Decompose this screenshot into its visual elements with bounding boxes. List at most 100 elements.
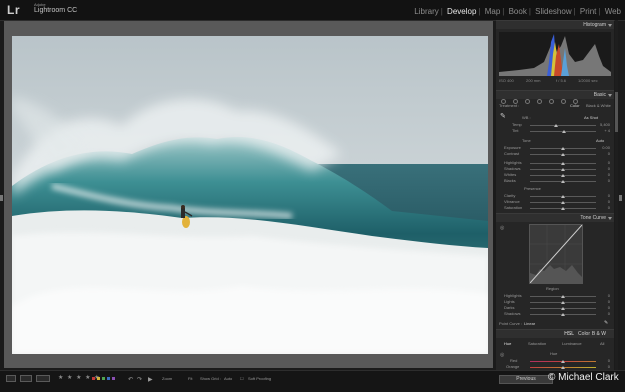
clarity-slider-knob[interactable] [561,195,565,198]
basic-title: Basic [593,92,606,98]
module-library[interactable]: Library [414,7,438,16]
blacks-slider-knob[interactable] [561,180,565,183]
temp-value[interactable]: 5,400 [600,122,610,127]
targeted-adjustment-icon[interactable]: ◎ [500,225,504,231]
hsl-hue-label: Hue [550,351,558,356]
histogram-header[interactable]: Histogram [496,20,614,29]
module-develop[interactable]: Develop [447,7,476,16]
module-book[interactable]: Book [509,7,527,16]
hsl-tab-luminance[interactable]: Luminance [562,341,582,346]
color-label-green[interactable] [102,377,105,380]
hsl-tab-all[interactable]: All [600,341,604,346]
hsl-target-icon[interactable]: ◎ [500,352,504,358]
spot-removal-icon[interactable] [525,99,530,104]
panel-scrollbar-thumb[interactable] [615,92,618,132]
whites-slider-knob[interactable] [561,174,565,177]
before-after-icon[interactable] [20,375,32,382]
curve-lights-knob[interactable] [561,301,565,304]
top-bar: Lr Adobe Lightroom CC Library | Develop | … [0,0,625,21]
tone-curve-graph[interactable] [529,224,583,284]
soft-proofing-checkbox[interactable]: ☐ [240,376,244,381]
curve-shadows-label: Shadows [504,311,521,316]
red-eye-icon[interactable] [537,99,542,104]
highlights-value[interactable]: 0 [608,160,610,165]
highlights-slider-knob[interactable] [561,162,565,165]
exposure-value[interactable]: 0.00 [602,145,610,150]
exposure-slider-knob[interactable] [561,147,565,150]
treatment-color[interactable]: Color [570,103,580,108]
curve-highlights-value[interactable]: 0 [608,293,610,298]
soft-proofing-label[interactable]: Soft Proofing [248,376,271,381]
collapse-arrow-icon[interactable] [608,24,612,27]
hsl-title[interactable]: HSL [564,331,574,337]
play-icon[interactable]: ▶ [148,376,153,383]
curve-darks-knob[interactable] [561,307,565,310]
photo-surfer-wave[interactable] [12,36,488,354]
tint-value[interactable]: + 4 [604,128,610,133]
tone-auto-button[interactable]: Auto [596,138,604,143]
whites-value[interactable]: 0 [608,172,610,177]
collapse-arrow-icon[interactable] [608,94,612,97]
hsl-orange-value[interactable]: 0 [608,364,610,369]
treatment-bw[interactable]: Black & White [586,103,611,108]
histogram-graph[interactable] [499,32,611,76]
contrast-slider-knob[interactable] [561,153,565,156]
tone-curve-header[interactable]: Tone Curve [496,213,614,222]
basic-header[interactable]: Basic [496,90,614,99]
color-label-yellow[interactable] [97,377,100,380]
curve-shadows-value[interactable]: 0 [608,311,610,316]
histogram-iso: ISO 400 [499,78,514,83]
hsl-header[interactable]: HSL Color B & W [496,329,614,338]
rotate-right-icon[interactable]: ↷ [137,376,142,383]
temp-slider[interactable] [530,125,596,126]
wb-eyedropper-icon[interactable]: ✎ [500,112,506,120]
saturation-slider-knob[interactable] [561,207,565,210]
panel-scrollbar[interactable] [615,20,618,376]
hsl-orange-knob[interactable] [561,366,565,369]
bw-title[interactable]: B & W [592,331,606,337]
hsl-tab-saturation[interactable]: Saturation [528,341,546,346]
curve-highlights-knob[interactable] [561,295,565,298]
color-label-purple[interactable] [112,377,115,380]
module-web[interactable]: Web [605,7,621,16]
radial-filter-icon[interactable] [561,99,566,104]
module-print[interactable]: Print [580,7,596,16]
graduated-filter-icon[interactable] [549,99,554,104]
fit-label[interactable]: Fit [188,376,192,381]
vibrance-value[interactable]: 0 [608,199,610,204]
loupe-view-icon[interactable] [6,375,16,382]
curve-lights-value[interactable]: 0 [608,299,610,304]
right-panel-toggle-icon[interactable] [619,195,622,201]
curve-darks-value[interactable]: 0 [608,305,610,310]
rotate-left-icon[interactable]: ↶ [128,376,133,383]
hsl-tab-hue[interactable]: Hue [504,341,511,346]
color-label-red[interactable] [92,377,95,380]
curve-shadows-knob[interactable] [561,313,565,316]
hsl-red-value[interactable]: 0 [608,358,610,363]
shadows-slider-knob[interactable] [561,168,565,171]
collapse-arrow-icon[interactable] [608,217,612,220]
color-title[interactable]: Color [578,331,590,337]
clarity-value[interactable]: 0 [608,193,610,198]
module-map[interactable]: Map [485,7,501,16]
curve-edit-icon[interactable]: ✎ [604,320,608,326]
color-label-blue[interactable] [107,377,110,380]
temp-slider-knob[interactable] [554,124,558,127]
compare-view-icon[interactable] [36,375,50,382]
hsl-red-knob[interactable] [561,360,565,363]
treatment-label: Treatment : [499,103,520,108]
wb-value[interactable]: As Shot [584,115,598,120]
point-curve-label: Point Curve : [499,321,523,326]
blacks-value[interactable]: 0 [608,178,610,183]
shadows-value[interactable]: 0 [608,166,610,171]
module-slideshow[interactable]: Slideshow [535,7,571,16]
point-curve-value[interactable]: Linear [524,321,535,326]
vibrance-slider-knob[interactable] [561,201,565,204]
tint-slider-knob[interactable] [562,130,566,133]
contrast-value[interactable]: 0 [608,151,610,156]
previous-button[interactable]: Previous [499,375,553,384]
left-panel-toggle-icon[interactable] [0,195,3,201]
show-grid-value[interactable]: Auto [224,376,232,381]
saturation-value[interactable]: 0 [608,205,610,210]
clarity-label: Clarity [504,193,516,198]
